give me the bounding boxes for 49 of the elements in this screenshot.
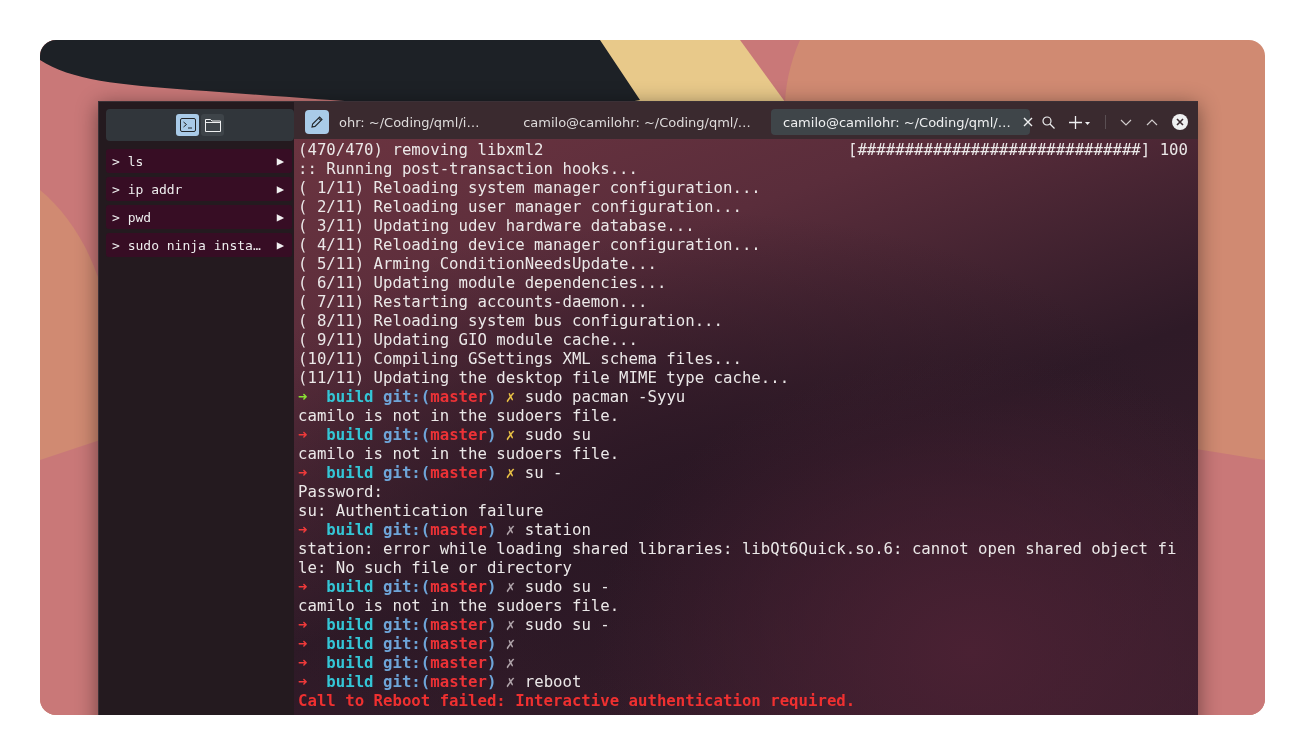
prompt-line: ➜ build git:(master) ✗ bbox=[298, 653, 516, 672]
terminal-line: camilo is not in the sudoers file. bbox=[298, 596, 620, 615]
progress-bar-text: [##############################] 100 bbox=[848, 140, 1188, 159]
prompt-line: ➜ build git:(master) ✗ sudo pacman -Syyu bbox=[298, 387, 686, 406]
terminal-line: ( 5/11) Arming ConditionNeedsUpdate... bbox=[298, 254, 657, 273]
terminal-line: station: error while loading shared libraries: libQt6Quick.so.6: cannot open shared object fi bbox=[298, 539, 1177, 558]
command-item[interactable]: > ls ▶ bbox=[106, 149, 292, 173]
terminal-line: ( 9/11) Updating GIO module cache... bbox=[298, 330, 638, 349]
tab-title: camilo@camilohr: ~/Coding/qml/… bbox=[523, 114, 751, 130]
terminal-line: ( 1/11) Reloading system manager configuration... bbox=[298, 178, 761, 197]
terminal-line: camilo is not in the sudoers file. bbox=[298, 406, 620, 425]
terminal-line: ( 3/11) Updating udev hardware database... bbox=[298, 216, 695, 235]
tab[interactable]: ohr: ~/Coding/qml/i… bbox=[335, 109, 505, 135]
terminal-line: ( 4/11) Reloading device manager configuration... bbox=[298, 235, 761, 254]
terminal-line: (10/11) Compiling GSettings XML schema files... bbox=[298, 349, 742, 368]
terminal-line: (11/11) Updating the desktop file MIME type cache... bbox=[298, 368, 790, 387]
command-label: > pwd bbox=[112, 209, 152, 225]
tab-title: ohr: ~/Coding/qml/i… bbox=[339, 114, 480, 130]
tab[interactable]: camilo@camilohr: ~/Coding/qml/… bbox=[771, 109, 1030, 135]
prompt-line: ➜ build git:(master) ✗ su - bbox=[298, 463, 563, 482]
prompt-line: ➜ build git:(master) ✗ bbox=[298, 634, 516, 653]
terminal-line: (470/470) removing libxml2 bbox=[298, 140, 544, 159]
prompt-line: ➜ build git:(master) ✗ sudo su bbox=[298, 425, 591, 444]
run-button[interactable]: ▶ bbox=[276, 154, 284, 168]
command-item[interactable]: > ip addr ▶ bbox=[106, 177, 292, 201]
run-button[interactable]: ▶ bbox=[276, 238, 284, 252]
tab-title: camilo@camilohr: ~/Coding/qml/… bbox=[783, 114, 1011, 130]
command-item[interactable]: > sudo ninja insta… ▶ bbox=[106, 233, 292, 257]
terminal-line: :: Running post-transaction hooks... bbox=[298, 159, 638, 178]
terminal-line: ( 6/11) Updating module dependencies... bbox=[298, 273, 667, 292]
prompt-line: ➜ build git:(master) ✗ sudo su - bbox=[298, 577, 610, 596]
command-label: > ls bbox=[112, 153, 144, 169]
error-line: Call to Reboot failed: Interactive authentication required. bbox=[298, 691, 856, 710]
tab[interactable]: camilo@camilohr: ~/Coding/qml/… bbox=[505, 109, 771, 135]
terminal-line: Password: bbox=[298, 482, 383, 501]
prompt-line: ➜ build git:(master) ✗ station bbox=[298, 520, 591, 539]
run-button[interactable]: ▶ bbox=[276, 182, 284, 196]
terminal-line: ( 8/11) Reloading system bus configuration... bbox=[298, 311, 723, 330]
command-label: > ip addr bbox=[112, 181, 183, 197]
prompt-line: ➜ build git:(master) ✗ sudo su - bbox=[298, 615, 610, 634]
terminal-line: le: No such file or directory bbox=[298, 558, 572, 577]
terminal-line: camilo is not in the sudoers file. bbox=[298, 444, 620, 463]
command-item[interactable]: > pwd ▶ bbox=[106, 205, 292, 229]
terminal-line: ( 7/11) Restarting accounts-daemon... bbox=[298, 292, 648, 311]
terminal-line: ( 2/11) Reloading user manager configuration... bbox=[298, 197, 742, 216]
command-label: > sudo ninja insta… bbox=[112, 237, 261, 253]
prompt-line: ➜ build git:(master) ✗ reboot bbox=[298, 672, 582, 691]
run-button[interactable]: ▶ bbox=[276, 210, 284, 224]
terminal-line: su: Authentication failure bbox=[298, 501, 544, 520]
